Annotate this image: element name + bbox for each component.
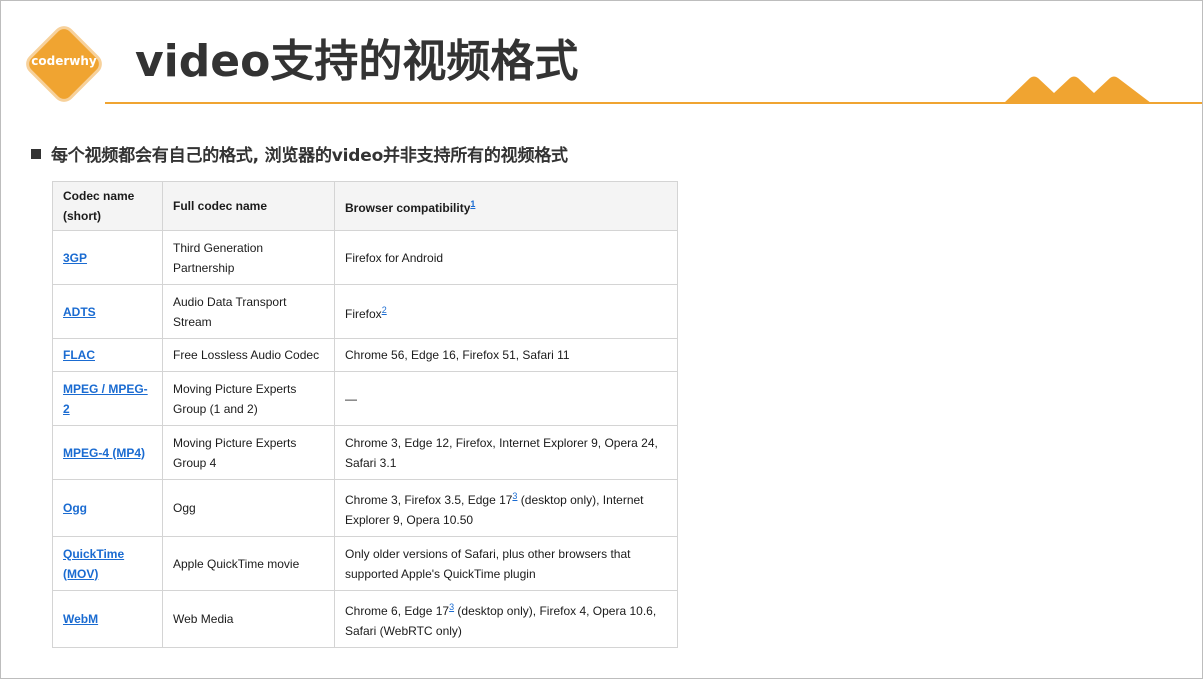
bullet-square-icon: [31, 148, 41, 159]
table-row: 3GP Third Generation Partnership Firefox…: [52, 230, 678, 285]
codec-full-cell: Third Generation Partnership: [162, 230, 335, 285]
compat-cell: Firefox2: [334, 284, 678, 339]
compat-cell: —: [334, 371, 678, 426]
codec-short-cell: WebM: [52, 590, 163, 648]
bullet-text: 每个视频都会有自己的格式, 浏览器的video并非支持所有的视频格式: [51, 146, 568, 166]
header-codec-full: Full codec name: [162, 181, 335, 231]
codec-full-cell: Web Media: [162, 590, 335, 648]
compat-text: Chrome 6, Edge 17: [345, 604, 450, 618]
table-row: WebM Web Media Chrome 6, Edge 173 (deskt…: [52, 590, 678, 648]
codec-link-3gp[interactable]: 3GP: [63, 251, 87, 265]
codec-short-cell: Ogg: [52, 479, 163, 537]
title-underline: [105, 102, 1202, 104]
table-row: MPEG-4 (MP4) Moving Picture Experts Grou…: [52, 425, 678, 480]
slide: coderwhy video支持的视频格式 每个视频都会有自己的格式, 浏览器的…: [0, 0, 1203, 679]
codec-full-cell: Apple QuickTime movie: [162, 536, 335, 591]
codec-short-cell: FLAC: [52, 338, 163, 372]
codec-link-ogg[interactable]: Ogg: [63, 501, 87, 515]
codec-link-adts[interactable]: ADTS: [63, 305, 96, 319]
table-header-row: Codec name (short) Full codec name Brows…: [52, 181, 678, 231]
codec-link-webm[interactable]: WebM: [63, 612, 98, 626]
codec-table: Codec name (short) Full codec name Brows…: [52, 181, 678, 648]
header-compat-label: Browser compatibility: [345, 201, 471, 215]
codec-full-cell: Moving Picture Experts Group 4: [162, 425, 335, 480]
codec-short-cell: MPEG / MPEG-2: [52, 371, 163, 426]
slide-title: video支持的视频格式: [135, 36, 579, 87]
compat-cell: Only older versions of Safari, plus othe…: [334, 536, 678, 591]
compat-text: Firefox: [345, 306, 382, 321]
table-row: FLAC Free Lossless Audio Codec Chrome 56…: [52, 338, 678, 372]
header-browser-compat: Browser compatibility1: [334, 181, 678, 231]
codec-full-cell: Free Lossless Audio Codec: [162, 338, 335, 372]
codec-full-cell: Ogg: [162, 479, 335, 537]
compat-cell: Firefox for Android: [334, 230, 678, 285]
table-row: Ogg Ogg Chrome 3, Firefox 3.5, Edge 173 …: [52, 479, 678, 537]
table-row: QuickTime (MOV) Apple QuickTime movie On…: [52, 536, 678, 591]
header-codec-short: Codec name (short): [52, 181, 163, 231]
codec-full-cell: Audio Data Transport Stream: [162, 284, 335, 339]
codec-link-mpeg[interactable]: MPEG / MPEG-2: [63, 382, 148, 416]
coderwhy-logo: coderwhy: [25, 25, 103, 103]
codec-short-cell: 3GP: [52, 230, 163, 285]
codec-short-cell: ADTS: [52, 284, 163, 339]
compat-cell: Chrome 56, Edge 16, Firefox 51, Safari 1…: [334, 338, 678, 372]
compat-cell: Chrome 3, Firefox 3.5, Edge 173 (desktop…: [334, 479, 678, 537]
table-row: MPEG / MPEG-2 Moving Picture Experts Gro…: [52, 371, 678, 426]
mountains-decoration: [1004, 76, 1151, 103]
logo-text: coderwhy: [31, 54, 97, 68]
footnote-link[interactable]: 2: [382, 305, 387, 315]
bullet-point: 每个视频都会有自己的格式, 浏览器的video并非支持所有的视频格式: [31, 141, 568, 166]
footnote-link[interactable]: 1: [470, 199, 475, 209]
compat-cell: Chrome 3, Edge 12, Firefox, Internet Exp…: [334, 425, 678, 480]
table-row: ADTS Audio Data Transport Stream Firefox…: [52, 284, 678, 339]
codec-link-mp4[interactable]: MPEG-4 (MP4): [63, 446, 145, 460]
codec-link-flac[interactable]: FLAC: [63, 348, 95, 362]
codec-short-cell: MPEG-4 (MP4): [52, 425, 163, 480]
compat-cell: Chrome 6, Edge 173 (desktop only), Firef…: [334, 590, 678, 648]
codec-link-quicktime[interactable]: QuickTime (MOV): [63, 547, 124, 581]
compat-text: Chrome 3, Firefox 3.5, Edge 17: [345, 493, 513, 507]
codec-full-cell: Moving Picture Experts Group (1 and 2): [162, 371, 335, 426]
codec-short-cell: QuickTime (MOV): [52, 536, 163, 591]
